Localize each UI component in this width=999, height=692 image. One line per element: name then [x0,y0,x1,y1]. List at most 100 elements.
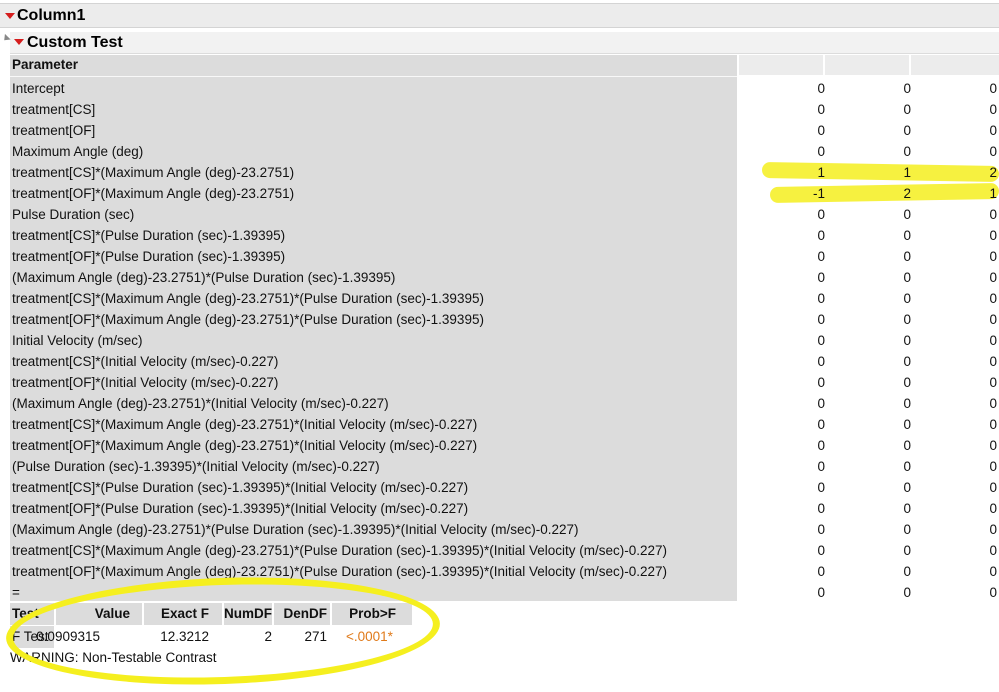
parameter-label: Initial Velocity (m/sec) [12,333,143,348]
table-row: treatment[CS]*(Maximum Angle (deg)-23.27… [10,288,999,309]
custom-test-header [10,32,999,54]
value-cell: 0 [989,585,997,600]
table-row: treatment[OF]*(Pulse Duration (sec)-1.39… [10,246,999,267]
table-row: Intercept 0 0 0 [10,78,999,99]
value-cell: 0 [903,354,911,369]
value-cell: 0 [989,102,997,117]
value-header-1 [739,55,823,75]
value-cell: 0 [989,480,997,495]
parameter-label: treatment[CS] [12,102,96,117]
custom-test-menu-icon[interactable] [14,39,24,45]
value-cell: 0 [817,81,825,96]
value-cell: 0 [903,459,911,474]
value-cell: 0 [989,312,997,327]
parameter-label: treatment[CS]*(Maximum Angle (deg)-23.27… [12,165,295,180]
parameter-label: Maximum Angle (deg) [12,144,144,159]
value-cell: 0 [903,102,911,117]
value-cell: 0 [817,375,825,390]
value-cell: 2 [989,165,997,180]
value-cell: 0 [989,270,997,285]
outline-header [0,3,999,28]
parameter-label: treatment[OF]*(Maximum Angle (deg)-23.27… [12,564,668,579]
value-header-2 [825,55,909,75]
value-cell: 0 [989,501,997,516]
value-cell: 0 [989,144,997,159]
value-cell: 0 [903,480,911,495]
parameter-header: Parameter [10,55,737,77]
value-header-3 [911,55,999,75]
parameter-header-label: Parameter [12,57,79,72]
value-cell: 1 [989,186,997,201]
parameter-label: treatment[OF]*(Initial Velocity (m/sec)-… [12,375,279,390]
value-cell: 0 [989,228,997,243]
parameter-label: treatment[CS]*(Initial Velocity (m/sec)-… [12,354,279,369]
parameter-label: treatment[OF] [12,123,96,138]
value-cell: 0 [989,438,997,453]
value-cell: 0 [817,522,825,537]
parameter-label: treatment[CS]*(Pulse Duration (sec)-1.39… [12,480,469,495]
value-cell: -1 [812,186,825,201]
value-cell: 0 [817,123,825,138]
parameter-label: treatment[CS]*(Pulse Duration (sec)-1.39… [12,228,286,243]
table-row: treatment[CS]*(Maximum Angle (deg)-23.27… [10,162,999,183]
value-cell: 1 [903,165,911,180]
table-row: Pulse Duration (sec) 0 0 0 [10,204,999,225]
table-row: (Maximum Angle (deg)-23.2751)*(Pulse Dur… [10,267,999,288]
parameter-label: Pulse Duration (sec) [12,207,135,222]
value-cell: 0 [903,564,911,579]
value-cell: 0 [903,585,911,600]
report-title: Custom Test [27,34,123,51]
value-cell: 0 [989,207,997,222]
column1-menu-icon[interactable] [5,13,15,19]
value-cell: 0 [989,459,997,474]
value-cell: 0 [903,270,911,285]
value-cell: 0 [817,333,825,348]
parameter-label: treatment[CS]*(Maximum Angle (deg)-23.27… [12,417,478,432]
value-cell: 0 [903,543,911,558]
value-cell: 0 [903,522,911,537]
table-row: treatment[OF]*(Maximum Angle (deg)-23.27… [10,309,999,330]
value-cell: 0 [817,144,825,159]
value-cell: 0 [817,585,825,600]
value-cell: 0 [989,81,997,96]
value-cell: 0 [817,543,825,558]
value-cell: 0 [817,354,825,369]
value-cell: 0 [903,333,911,348]
value-cell: 0 [903,312,911,327]
parameter-label: = [12,585,20,600]
table-row: (Maximum Angle (deg)-23.2751)*(Pulse Dur… [10,519,999,540]
parameter-label: treatment[OF]*(Pulse Duration (sec)-1.39… [12,501,469,516]
value-cell: 0 [817,501,825,516]
parameter-label: treatment[OF]*(Pulse Duration (sec)-1.39… [12,249,286,264]
parameter-label: (Maximum Angle (deg)-23.2751)*(Pulse Dur… [12,522,579,537]
parameter-label: treatment[OF]*(Maximum Angle (deg)-23.27… [12,438,478,453]
value-cell: 1 [817,165,825,180]
value-cell: 0 [989,354,997,369]
value-cell: 0 [903,249,911,264]
value-cell: 0 [817,564,825,579]
table-row: treatment[CS]*(Maximum Angle (deg)-23.27… [10,414,999,435]
value-cell: 0 [989,543,997,558]
value-cell: 0 [817,438,825,453]
table-row: treatment[CS]*(Maximum Angle (deg)-23.27… [10,540,999,561]
value-cell: 0 [817,417,825,432]
value-cell: 0 [903,228,911,243]
table-row: Initial Velocity (m/sec) 0 0 0 [10,330,999,351]
value-cell: 0 [903,417,911,432]
parameter-label: treatment[OF]*(Maximum Angle (deg)-23.27… [12,312,484,327]
value-cell: 0 [989,123,997,138]
value-cell: 0 [989,333,997,348]
value-cell: 2 [903,186,911,201]
value-cell: 0 [817,249,825,264]
parameter-label: treatment[CS]*(Maximum Angle (deg)-23.27… [12,543,668,558]
table-row: treatment[CS]*(Pulse Duration (sec)-1.39… [10,477,999,498]
parameter-label: (Maximum Angle (deg)-23.2751)*(Initial V… [12,396,389,411]
table-row: treatment[OF]*(Initial Velocity (m/sec)-… [10,372,999,393]
value-cell: 0 [817,270,825,285]
value-cell: 0 [989,396,997,411]
parameter-label: treatment[CS]*(Maximum Angle (deg)-23.27… [12,291,484,306]
value-cell: 0 [903,501,911,516]
value-cell: 0 [903,207,911,222]
value-cell: 0 [989,375,997,390]
table-row: treatment[OF]*(Maximum Angle (deg)-23.27… [10,561,999,582]
